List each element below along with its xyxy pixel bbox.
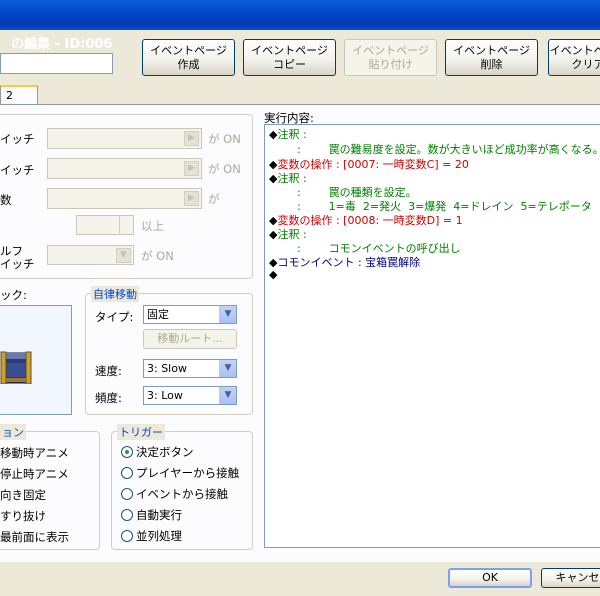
event-page-create-button[interactable]: イベントページ 作成 <box>142 39 235 76</box>
speed-select[interactable]: 3: Slow ▼ <box>143 359 237 378</box>
chevron-down-icon: ▼ <box>219 387 236 404</box>
treasure-chest-icon <box>0 351 32 384</box>
variable-label: 数 <box>0 193 12 207</box>
event-page-delete-button[interactable]: イベントページ 削除 <box>445 39 538 76</box>
variable-threshold-input[interactable] <box>76 215 134 235</box>
ok-button[interactable]: OK <box>448 568 532 588</box>
command-line[interactable]: ◆注釈 : <box>269 126 307 142</box>
switch2-label: イッチ <box>0 163 35 177</box>
event-page-clear-button[interactable]: イベントページ クリア <box>548 39 600 76</box>
radio-selected-icon <box>121 446 133 458</box>
switch2-field[interactable]: ▶ <box>47 158 202 179</box>
radio-icon <box>121 488 133 500</box>
trigger-action-button-radio[interactable]: 決定ボタン <box>121 444 194 460</box>
switch1-label: イッチ <box>0 132 35 146</box>
chevron-right-icon: ▶ <box>184 161 199 176</box>
graphic-preview[interactable] <box>0 305 72 415</box>
autonomous-movement-title: 自律移動 <box>91 286 139 302</box>
frequency-select[interactable]: 3: Low ▼ <box>143 386 237 405</box>
event-page-paste-button[interactable]: イベントページ 貼り付け <box>344 39 437 76</box>
self-switch-label-line2: イッチ <box>0 257 35 271</box>
self-switch-suffix: が ON <box>141 249 174 263</box>
switch1-field[interactable]: ▶ <box>47 128 202 149</box>
radio-icon <box>121 530 133 542</box>
option-direction-fix[interactable]: 向き固定 <box>0 487 46 503</box>
variable-field[interactable]: ▶ <box>47 188 202 209</box>
switch2-suffix: が ON <box>208 162 241 176</box>
tab-page-2[interactable]: 2 <box>0 85 38 105</box>
tab-label: 2 <box>6 89 13 102</box>
trigger-title: トリガー <box>117 424 165 440</box>
options-title: ョン <box>0 424 26 440</box>
speed-label: 速度: <box>95 364 122 378</box>
chevron-right-icon: ▶ <box>184 131 199 146</box>
threshold-suffix: 以上 <box>141 219 164 233</box>
event-page-copy-button[interactable]: イベントページ コピー <box>243 39 336 76</box>
frequency-label: 頻度: <box>95 391 122 405</box>
option-always-on-top[interactable]: 最前面に表示 <box>0 529 69 545</box>
option-stop-animation[interactable]: 停止時アニメ <box>0 466 69 482</box>
event-name-input[interactable] <box>0 53 113 74</box>
trigger-autorun-radio[interactable]: 自動実行 <box>121 507 182 523</box>
command-line[interactable]: ◆ <box>269 268 277 281</box>
radio-icon <box>121 467 133 479</box>
trigger-event-touch-radio[interactable]: イベントから接触 <box>121 486 228 502</box>
command-line[interactable]: ◆コモンイベント : 宝箱罠解除 <box>269 254 420 270</box>
trigger-parallel-radio[interactable]: 並列処理 <box>121 528 182 544</box>
movement-type-label: タイプ: <box>95 310 134 324</box>
command-line[interactable]: : 罠の難易度を設定。数が大きいほど成功率が高くなる。 <box>269 141 600 157</box>
trigger-player-touch-radio[interactable]: プレイヤーから接触 <box>121 465 239 481</box>
chevron-right-icon: ▶ <box>184 191 199 206</box>
title-bar[interactable]: の編集 - ID:006 <box>0 0 600 52</box>
switch1-suffix: が ON <box>208 132 241 146</box>
option-through[interactable]: すり抜け <box>0 508 46 524</box>
chevron-down-icon: ▼ <box>116 248 131 263</box>
event-commands-list[interactable]: ◆注釈 : : 罠の難易度を設定。数が大きいほど成功率が高くなる。 ◆変数の操作… <box>264 124 600 548</box>
movement-type-select[interactable]: 固定 ▼ <box>143 305 237 324</box>
chevron-down-icon: ▼ <box>219 360 236 377</box>
spinner-icon[interactable] <box>119 216 133 234</box>
cancel-button[interactable]: キャンセル <box>541 568 600 588</box>
option-move-animation[interactable]: 移動時アニメ <box>0 445 69 461</box>
chevron-down-icon: ▼ <box>219 306 236 323</box>
self-switch-select[interactable]: ▼ <box>47 245 134 265</box>
variable-suffix: が <box>208 192 220 206</box>
window-title: の編集 - ID:006 <box>11 37 113 52</box>
radio-icon <box>121 509 133 521</box>
graphic-label: ック: <box>0 288 27 302</box>
movement-route-button[interactable]: 移動ルート... <box>143 329 237 349</box>
